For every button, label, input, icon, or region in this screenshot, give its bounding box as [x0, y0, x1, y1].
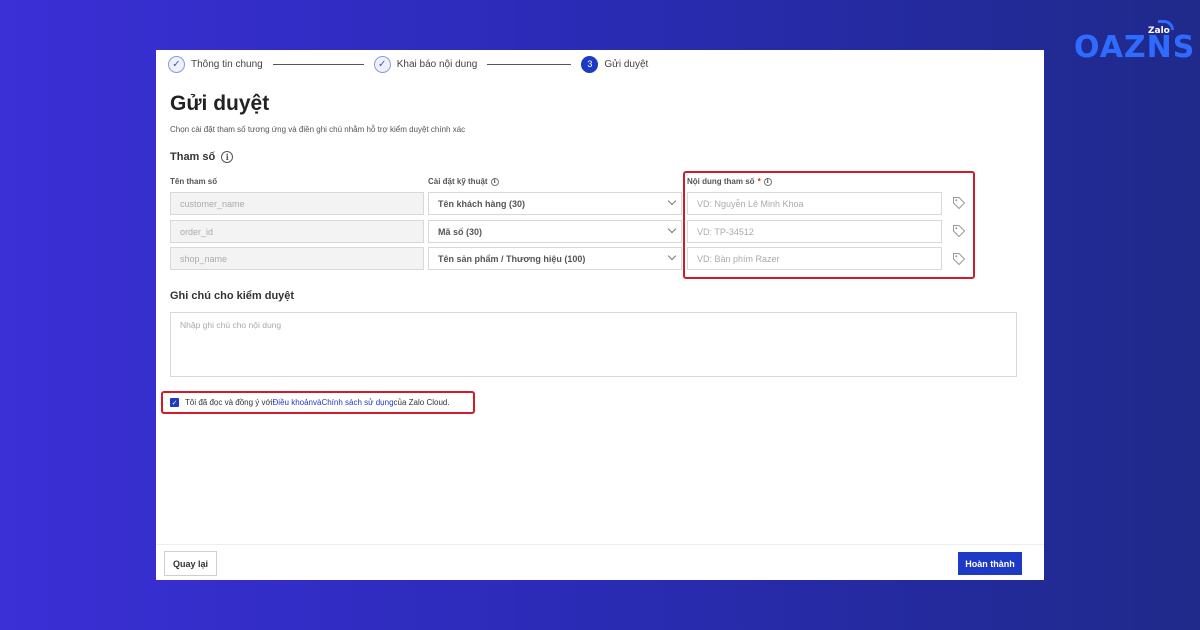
col-param-name: Tên tham số [170, 177, 217, 186]
complete-button[interactable]: Hoàn thành [958, 552, 1022, 575]
chevron-down-icon [667, 251, 677, 261]
page-subtitle: Chọn cài đặt tham số tương ứng và điền g… [170, 125, 466, 134]
back-button[interactable]: Quay lại [164, 551, 217, 576]
tech-setting-select[interactable]: Tên sản phẩm / Thương hiệu (100) [428, 247, 682, 270]
info-icon[interactable]: i [221, 151, 234, 163]
select-value: Mã số (30) [438, 226, 483, 237]
col-label: Tên tham số [170, 177, 218, 186]
notes-textarea[interactable]: Nhập ghi chú cho nội dung [170, 312, 1017, 377]
params-title-text: Tham số [170, 151, 216, 163]
tech-setting-select[interactable]: Mã số (30) [428, 220, 682, 243]
step-submit-review[interactable]: 3 Gửi duyệt [581, 55, 649, 73]
col-label: Cài đặt kỹ thuật [428, 177, 488, 186]
form-panel: ✓ Thông tin chung ✓ Khai báo nội dung 3 … [156, 50, 1044, 580]
chevron-down-icon [667, 196, 677, 206]
col-tech-setting: Cài đặt kỹ thuật i [428, 177, 499, 186]
highlight-box-param-content [683, 171, 975, 279]
oazns-logo: OAZNS Zalo [1074, 20, 1196, 65]
info-icon[interactable]: i [490, 177, 499, 186]
step-label: Khai báo nội dung [396, 58, 478, 70]
param-name-field: shop_name [170, 247, 424, 270]
logo-text: OAZNS [1074, 30, 1196, 65]
tech-setting-select[interactable]: Tên khách hàng (30) [428, 192, 682, 215]
page-title: Gửi duyệt [170, 92, 270, 115]
step-connector [487, 63, 572, 65]
step-label: Thông tin chung [191, 58, 263, 70]
select-value: Tên khách hàng (30) [438, 198, 526, 209]
param-name-field: customer_name [170, 192, 424, 215]
stepper: ✓ Thông tin chung ✓ Khai báo nội dung 3 … [168, 54, 648, 74]
step-number: 3 [581, 55, 599, 73]
step-general-info[interactable]: ✓ Thông tin chung [168, 55, 263, 73]
param-name-field: order_id [170, 220, 424, 243]
zalo-badge: Zalo [1148, 26, 1170, 36]
chevron-down-icon [667, 224, 677, 234]
step-connector [272, 63, 364, 65]
check-icon: ✓ [168, 55, 185, 73]
select-value: Tên sản phẩm / Thương hiệu (100) [438, 253, 586, 264]
step-content-declaration[interactable]: ✓ Khai báo nội dung [373, 55, 478, 73]
highlight-box-agreement [161, 391, 475, 414]
params-section-title: Tham số i [170, 151, 234, 163]
check-icon: ✓ [373, 55, 391, 73]
step-label: Gửi duyệt [604, 58, 649, 70]
notes-section-title: Ghi chú cho kiểm duyệt [170, 290, 295, 302]
footer-divider [156, 544, 1044, 545]
